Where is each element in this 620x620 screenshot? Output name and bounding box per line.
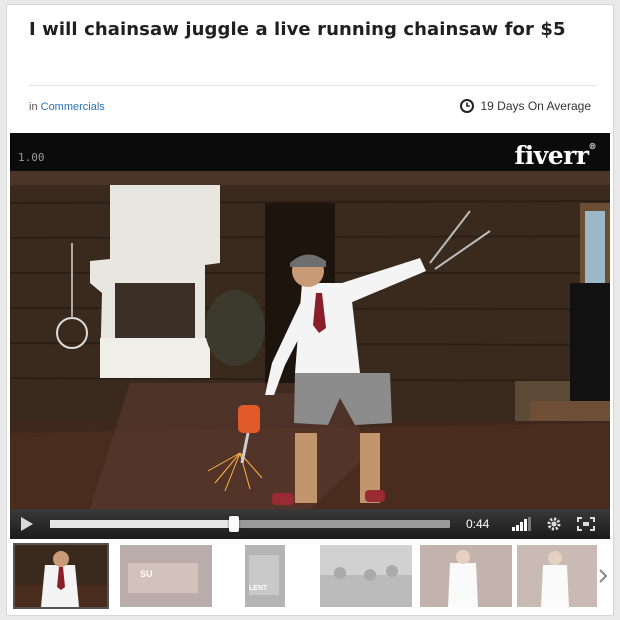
video-controls: 0:44	[10, 509, 610, 539]
thumbnail-image	[245, 545, 285, 607]
volume-icon	[512, 517, 531, 531]
thumbnail-image	[120, 545, 212, 607]
thumbnail-1[interactable]	[13, 543, 109, 609]
clock-icon	[460, 99, 475, 113]
thumbnail-label: LENT	[249, 585, 268, 592]
current-time: 0:44	[466, 517, 490, 531]
progress-fill	[50, 520, 234, 528]
thumbnail-strip: SU LENT	[13, 543, 615, 611]
video-frame	[10, 133, 610, 509]
settings-icon	[547, 517, 561, 531]
thumbnail-image	[320, 545, 412, 607]
thumbnail-4[interactable]	[320, 545, 412, 607]
divider	[29, 85, 597, 86]
fullscreen-icon	[577, 517, 595, 531]
settings-button[interactable]	[544, 516, 564, 532]
brand-text: fiverr	[514, 141, 589, 170]
video-overlay-timestamp: 1.00	[18, 151, 45, 164]
gig-card: I will chainsaw juggle a live running ch…	[6, 4, 614, 616]
registered-mark: ®	[588, 141, 597, 151]
fullscreen-button[interactable]	[576, 516, 596, 532]
play-button[interactable]	[10, 509, 44, 539]
thumbnail-image	[517, 545, 597, 607]
progress-handle[interactable]	[229, 516, 239, 532]
play-icon	[21, 517, 33, 531]
fiverr-logo: fiverr®	[514, 141, 596, 170]
thumbnail-5[interactable]	[420, 545, 512, 607]
category-prefix: in	[29, 101, 38, 113]
next-thumbnails-button[interactable]	[593, 563, 613, 589]
delivery-text: 19 Days On Average	[480, 99, 591, 113]
thumbnail-image	[420, 545, 512, 607]
category-line: in Commercials	[29, 101, 105, 113]
thumbnail-2[interactable]: SU	[120, 545, 212, 607]
thumbnail-label: SU	[140, 569, 153, 579]
gig-title: I will chainsaw juggle a live running ch…	[29, 19, 566, 40]
delivery-info: 19 Days On Average	[460, 99, 591, 113]
video-player[interactable]: 1.00 fiverr® 0:44	[10, 133, 610, 539]
category-link[interactable]: Commercials	[41, 101, 105, 113]
thumbnail-3[interactable]: LENT	[245, 545, 285, 607]
thumbnail-image	[15, 545, 107, 607]
progress-bar[interactable]	[50, 516, 450, 532]
chevron-right-icon	[599, 569, 608, 583]
thumbnail-6[interactable]	[517, 545, 597, 607]
volume-button[interactable]	[512, 516, 532, 532]
